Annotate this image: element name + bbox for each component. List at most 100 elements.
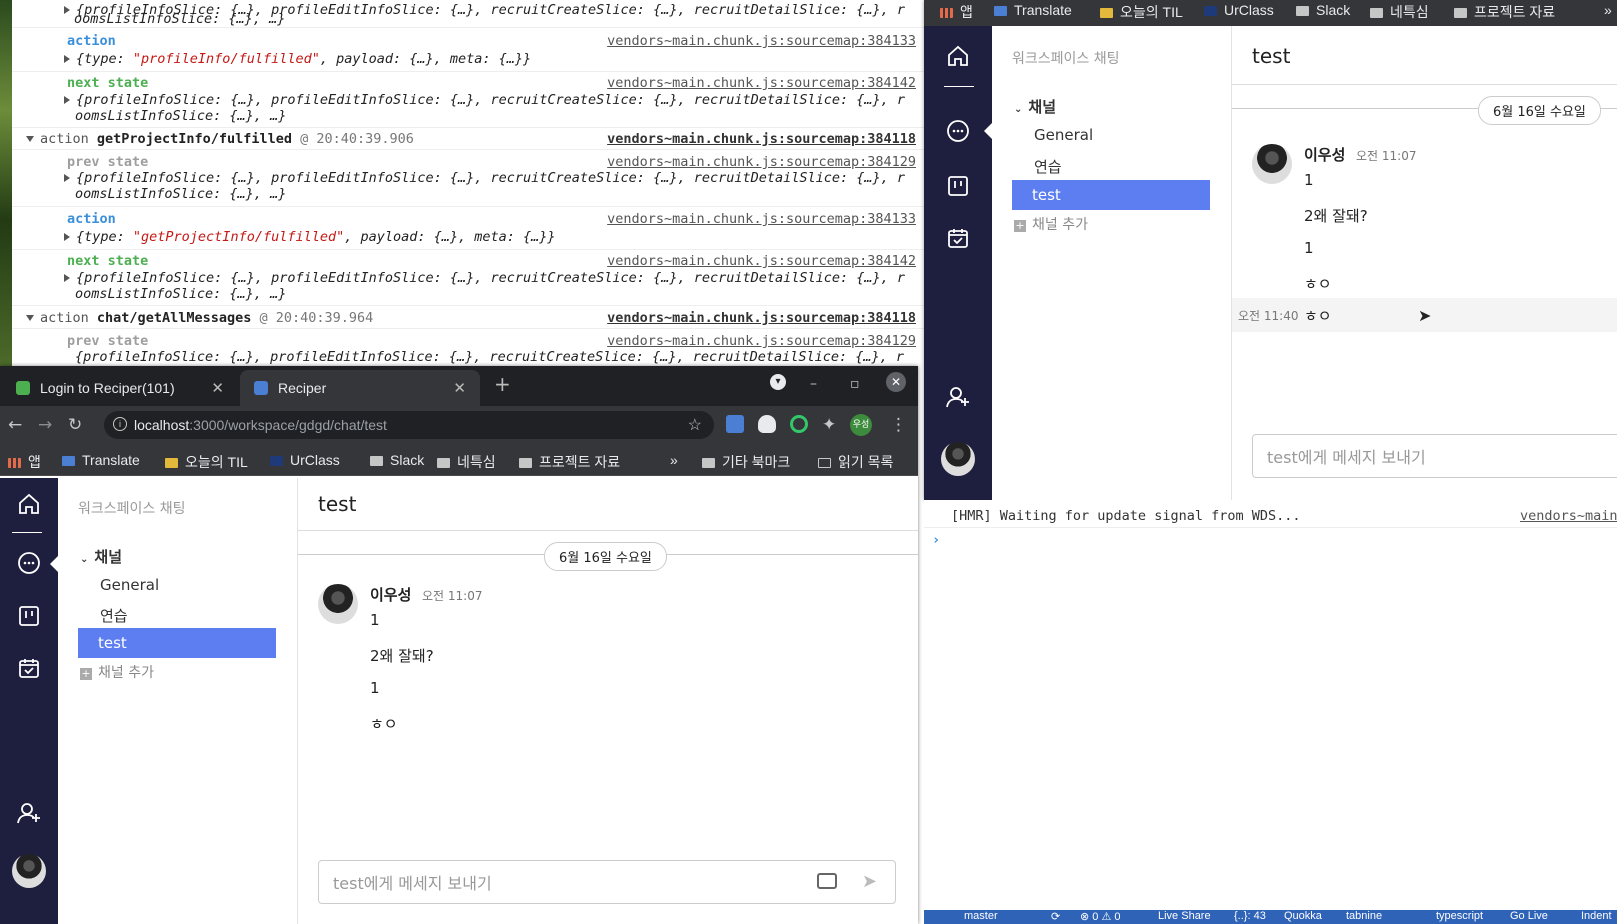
source-link[interactable]: vendors~main.chunk.js:sourcemap:384133 (607, 33, 916, 49)
bookmark-translate[interactable]: Translate (62, 452, 140, 468)
bookmark-star-icon[interactable]: ☆ (688, 415, 702, 435)
bookmark-slack[interactable]: Slack (1296, 2, 1350, 18)
user-avatar[interactable] (0, 854, 58, 888)
bookmarks-overflow-chevron[interactable]: » (670, 452, 678, 468)
expand-triangle-icon[interactable] (64, 6, 70, 14)
add-channel-button[interactable]: + 채널 추가 (80, 662, 154, 682)
message-row-hovered[interactable]: 오전 11:40 ㅎㅇ ➤ (1232, 298, 1617, 332)
source-link[interactable]: vendors~main.chunk.js:sourcemap:384142 (607, 75, 916, 91)
message-author[interactable]: 이우성 (370, 584, 411, 605)
message-input[interactable]: test에게 메세지 보내기 (1252, 434, 1617, 478)
tabnine-button[interactable]: tabnine (1346, 910, 1382, 922)
bookmark-slack[interactable]: Slack (370, 452, 424, 468)
indent-setting[interactable]: Indent (1581, 910, 1612, 922)
console-log-row[interactable]: next state vendors~main.chunk.js:sourcem… (12, 250, 924, 306)
forward-arrow-icon[interactable]: → (38, 415, 52, 435)
source-link[interactable]: vendors~main.chunk.js:sourcemap:384133 (607, 211, 916, 227)
add-channel-button[interactable]: + 채널 추가 (1014, 214, 1088, 234)
expand-triangle-icon[interactable] (64, 174, 70, 182)
extension-icon[interactable] (758, 415, 776, 433)
expand-triangle-icon[interactable] (64, 55, 70, 63)
tab-login[interactable]: Login to Reciper(101) ✕ (2, 370, 238, 406)
translate-extension-icon[interactable] (726, 415, 744, 433)
bookmark-folder[interactable]: 프로젝트 자료 (1454, 2, 1555, 22)
channel-item-test[interactable]: test (1012, 180, 1210, 210)
source-link[interactable]: vendors~main.chunk.js:sourcemap:384118 (607, 310, 916, 326)
new-tab-plus-icon[interactable]: + (494, 372, 511, 396)
source-link[interactable]: vendors~main (1520, 508, 1617, 524)
member-invite-icon[interactable] (924, 384, 992, 410)
message-input[interactable]: test에게 메세지 보내기 ➤ (318, 860, 896, 904)
profile-avatar[interactable]: 우성 (850, 414, 872, 436)
bookmark-til[interactable]: 오늘의 TIL (1100, 2, 1183, 22)
message-avatar[interactable] (1252, 144, 1292, 184)
bookmark-til[interactable]: 오늘의 TIL (165, 452, 248, 472)
image-upload-icon[interactable] (817, 873, 837, 889)
site-info-icon[interactable]: i (113, 417, 127, 431)
maximize-icon[interactable]: ▫ (850, 376, 860, 392)
calendar-check-icon[interactable] (0, 656, 58, 680)
kanban-board-icon[interactable] (924, 174, 992, 198)
tab-search-chevron-icon[interactable]: ▾ (770, 374, 786, 390)
bookmark-urclass[interactable]: UrClass (270, 452, 340, 468)
tab-reciper[interactable]: Reciper ✕ (240, 370, 480, 406)
bookmark-urclass[interactable]: UrClass (1204, 2, 1274, 18)
home-icon[interactable] (0, 492, 58, 516)
expand-triangle-icon[interactable] (64, 233, 70, 241)
bookmark-other[interactable]: 기타 북마크 (702, 452, 790, 472)
console-log-row[interactable]: action vendors~main.chunk.js:sourcemap:3… (12, 208, 924, 250)
back-arrow-icon[interactable]: ← (8, 415, 22, 435)
collapse-triangle-icon[interactable] (26, 136, 34, 142)
bookmark-apps[interactable]: 앱 (8, 452, 41, 472)
go-live-button[interactable]: Go Live (1510, 910, 1548, 922)
console-prompt-icon[interactable]: › (932, 532, 940, 548)
expand-triangle-icon[interactable] (64, 96, 70, 104)
menu-kebab-icon[interactable]: ⋮ (890, 415, 907, 435)
extension-ring-icon[interactable] (790, 415, 808, 433)
close-tab-icon[interactable]: ✕ (453, 379, 466, 397)
expand-triangle-icon[interactable] (64, 274, 70, 282)
collapse-triangle-icon[interactable] (26, 315, 34, 321)
chat-icon[interactable] (924, 118, 992, 144)
channel-item-test[interactable]: test (78, 628, 276, 658)
reading-list[interactable]: 읽기 목록 (818, 452, 893, 472)
bracket-count[interactable]: {..}: 43 (1234, 910, 1266, 922)
close-window-icon[interactable]: ✕ (886, 372, 906, 392)
home-icon[interactable] (924, 44, 992, 68)
console-log-row[interactable]: {profileInfoSlice: {…}, profileEditInfoS… (12, 0, 924, 28)
source-link[interactable]: vendors~main.chunk.js:sourcemap:384142 (607, 253, 916, 269)
live-share-button[interactable]: Live Share (1158, 910, 1211, 922)
channel-item-practice[interactable]: 연습 (1034, 156, 1062, 177)
bookmarks-overflow-chevron[interactable]: » (1604, 2, 1612, 18)
action-group-header[interactable]: action getProjectInfo/fulfilled @ 20:40:… (12, 128, 924, 150)
puzzle-extensions-icon[interactable]: ✦ (822, 415, 836, 435)
action-group-header[interactable]: action chat/getAllMessages @ 20:40:39.96… (12, 307, 924, 329)
channel-item-general[interactable]: General (1034, 126, 1093, 144)
user-avatar[interactable] (924, 442, 992, 476)
sync-icon[interactable]: ⟳ (1051, 910, 1060, 923)
message-avatar[interactable] (318, 584, 358, 624)
console-log-row[interactable]: next state vendors~main.chunk.js:sourcem… (12, 72, 924, 128)
calendar-check-icon[interactable] (924, 226, 992, 250)
close-tab-icon[interactable]: ✕ (211, 379, 224, 397)
console-log-row[interactable]: prev state vendors~main.chunk.js:sourcem… (12, 151, 924, 207)
address-bar[interactable]: i localhost:3000/workspace/gdgd/chat/tes… (104, 411, 714, 439)
channels-toggle[interactable]: ⌄ 채널 (1014, 96, 1056, 117)
member-invite-icon[interactable] (0, 800, 58, 826)
console-log-row[interactable]: [HMR] Waiting for update signal from WDS… (924, 500, 1617, 528)
bookmark-folder[interactable]: 네특심 (1370, 2, 1429, 22)
bookmark-folder[interactable]: 프로젝트 자료 (519, 452, 620, 472)
channels-toggle[interactable]: ⌄ 채널 (80, 546, 122, 567)
bookmark-folder[interactable]: 네특심 (437, 452, 496, 472)
console-log-row[interactable]: action vendors~main.chunk.js:sourcemap:3… (12, 30, 924, 72)
quokka-button[interactable]: Quokka (1284, 910, 1322, 922)
source-link[interactable]: vendors~main.chunk.js:sourcemap:384129 (607, 154, 916, 170)
reload-icon[interactable]: ↻ (68, 415, 82, 435)
send-icon[interactable]: ➤ (862, 871, 877, 892)
message-author[interactable]: 이우성 (1304, 144, 1345, 165)
source-link[interactable]: vendors~main.chunk.js:sourcemap:384118 (607, 131, 916, 147)
bookmark-translate[interactable]: Translate (994, 2, 1072, 18)
language-mode[interactable]: typescript (1436, 910, 1483, 922)
console-log-row[interactable]: prev state vendors~main.chunk.js:sourcem… (12, 330, 924, 368)
channel-item-general[interactable]: General (100, 576, 159, 594)
